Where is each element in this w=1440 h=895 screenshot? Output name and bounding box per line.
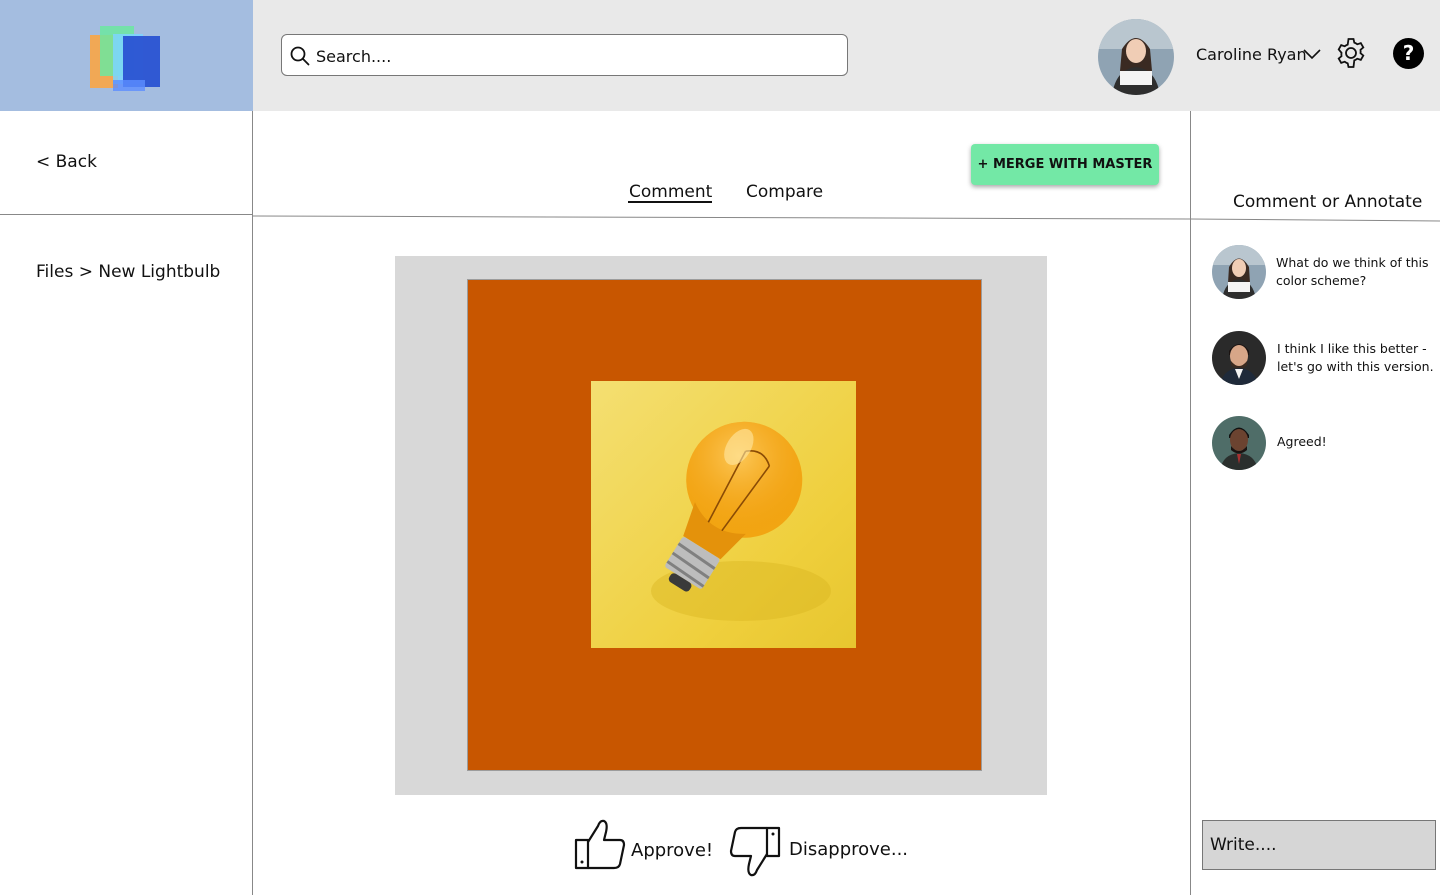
- user-name[interactable]: Caroline Ryan: [1196, 45, 1307, 64]
- app-logo[interactable]: [0, 0, 253, 111]
- comment-text: I think I like this better - let's go wi…: [1277, 341, 1434, 374]
- thumbs-up-icon[interactable]: [574, 818, 626, 870]
- commenter-avatar[interactable]: [1212, 416, 1266, 470]
- active-tab-indicator: [628, 201, 712, 203]
- approve-button[interactable]: Approve!: [631, 840, 713, 861]
- chevron-down-icon[interactable]: [1303, 47, 1321, 61]
- write-comment-input[interactable]: Write....: [1202, 820, 1436, 870]
- logo-panel: [0, 0, 253, 111]
- comment-text: What do we think of this color scheme?: [1276, 255, 1429, 288]
- thumbs-down-icon[interactable]: [729, 826, 781, 878]
- search-icon: [290, 46, 310, 66]
- help-icon[interactable]: ?: [1393, 38, 1424, 69]
- search-input[interactable]: [314, 43, 838, 69]
- tab-comment[interactable]: Comment: [629, 182, 712, 202]
- comments-panel-title: Comment or Annotate: [1233, 192, 1423, 212]
- tabs-divider: [253, 215, 1440, 222]
- commenter-avatar[interactable]: [1212, 331, 1266, 385]
- sidebar-divider: [0, 214, 253, 215]
- comment-text: Agreed!: [1277, 434, 1327, 449]
- disapprove-button[interactable]: Disapprove...: [789, 839, 908, 860]
- gear-icon[interactable]: [1335, 37, 1367, 69]
- back-link[interactable]: < Back: [36, 152, 97, 172]
- search-bar[interactable]: [281, 34, 848, 76]
- breadcrumb[interactable]: Files > New Lightbulb: [36, 262, 220, 282]
- commenter-avatar[interactable]: [1212, 245, 1266, 299]
- tab-compare[interactable]: Compare: [746, 182, 823, 202]
- left-panel-divider: [252, 111, 253, 895]
- lightbulb-photo[interactable]: [591, 381, 856, 648]
- merge-with-master-button[interactable]: + MERGE WITH MASTER: [971, 144, 1159, 185]
- user-avatar[interactable]: [1098, 19, 1174, 95]
- right-panel-divider: [1190, 111, 1191, 895]
